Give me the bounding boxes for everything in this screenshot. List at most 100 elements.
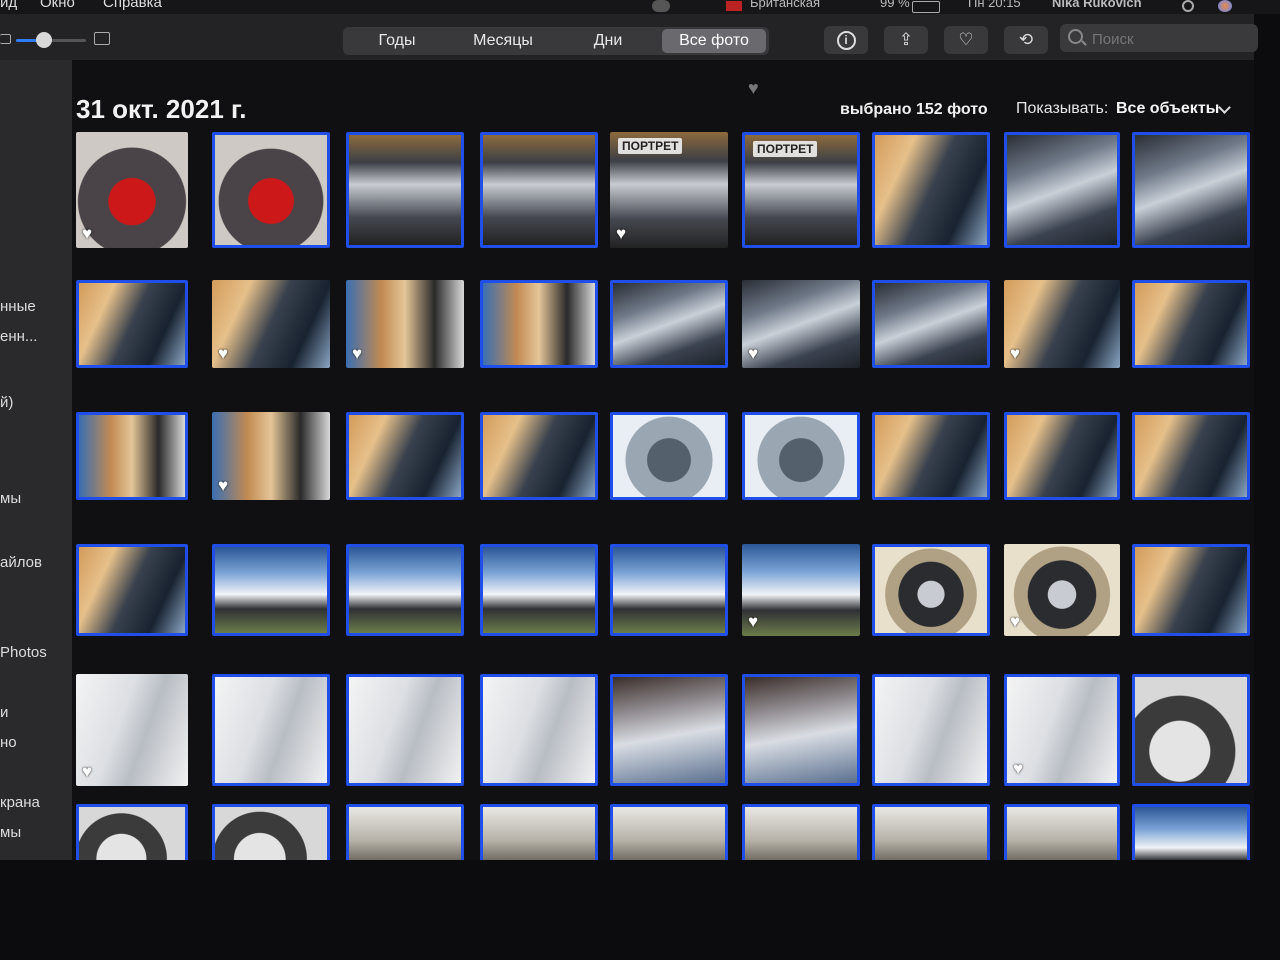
sidebar-item-3[interactable]: мы <box>0 490 21 507</box>
photo-thumbnail[interactable] <box>76 280 188 368</box>
share-button[interactable]: ⇪ <box>884 26 928 54</box>
photo-thumbnail[interactable]: ПОРТРЕТ ♥ <box>610 132 728 248</box>
photo-thumbnail[interactable] <box>1132 544 1250 636</box>
photo-thumbnail[interactable] <box>480 674 598 786</box>
photo-thumbnail[interactable] <box>1132 280 1250 368</box>
photo-thumbnail[interactable] <box>872 804 990 860</box>
sidebar-item-1[interactable]: енн... <box>0 328 37 345</box>
photo-thumbnail[interactable] <box>346 804 464 860</box>
battery-icon <box>912 1 940 13</box>
photo-thumbnail[interactable] <box>872 132 990 248</box>
info-button[interactable]: i <box>824 26 868 54</box>
sidebar-item-0[interactable]: нные <box>0 298 36 315</box>
favorite-heart-icon: ♥ <box>748 344 759 363</box>
user-name[interactable]: Nika Rukovich <box>1052 0 1142 9</box>
photo-thumbnail[interactable]: ПОРТРЕТ <box>742 132 860 248</box>
favorite-heart-icon: ♥ <box>1010 344 1021 363</box>
filter-value[interactable]: Все объекты <box>1116 100 1219 118</box>
photo-thumbnail[interactable]: ♥ <box>1004 544 1120 636</box>
clock[interactable]: Пн 20:15 <box>968 0 1021 9</box>
photo-thumbnail[interactable] <box>480 412 598 500</box>
favorite-heart-icon: ♥ <box>82 224 93 243</box>
photo-thumbnail[interactable]: ♥ <box>1004 674 1120 786</box>
photo-thumbnail[interactable] <box>1132 412 1250 500</box>
zoom-out-icon[interactable] <box>0 34 11 44</box>
photo-thumbnail[interactable] <box>480 544 598 636</box>
sidebar-item-9[interactable]: мы <box>0 824 21 841</box>
photo-thumbnail[interactable] <box>212 804 330 860</box>
search-input[interactable] <box>1090 28 1254 50</box>
photo-thumbnail[interactable] <box>76 544 188 636</box>
photo-thumbnail[interactable]: ♥ <box>212 280 330 368</box>
sidebar-item-2[interactable]: й) <box>0 394 13 411</box>
photo-thumbnail[interactable]: ♥ <box>76 674 188 786</box>
sidebar-item-8[interactable]: крана <box>0 794 40 811</box>
favorite-heart-icon: ♥ <box>748 612 759 631</box>
app-status-icon[interactable] <box>652 0 670 12</box>
photo-thumbnail[interactable] <box>212 132 330 248</box>
photo-thumbnail[interactable] <box>212 544 330 636</box>
battery-percent[interactable]: 99 % <box>880 0 910 9</box>
photo-thumbnail[interactable] <box>346 412 464 500</box>
photo-thumbnail[interactable] <box>346 132 464 248</box>
tab-years[interactable]: Годы <box>347 29 447 53</box>
photo-thumbnail[interactable] <box>1132 804 1250 860</box>
photo-thumbnail[interactable] <box>1004 132 1120 248</box>
sidebar: нные енн... й) мы айлов Photos и но кран… <box>0 60 72 860</box>
keyboard-layout[interactable]: Британская <box>750 0 820 9</box>
favorite-heart-icon: ♥ <box>616 224 627 243</box>
favorite-button[interactable]: ♡ <box>944 26 988 54</box>
sidebar-item-7[interactable]: но <box>0 734 17 751</box>
photo-thumbnail[interactable] <box>346 674 464 786</box>
photo-thumbnail[interactable] <box>76 412 188 500</box>
photo-thumbnail[interactable] <box>610 412 728 500</box>
photo-thumbnail[interactable] <box>1004 804 1120 860</box>
photo-thumbnail[interactable]: ♥ <box>1004 280 1120 368</box>
toolbar: Годы Месяцы Дни Все фото i ⇪ ♡ ⟲ <box>0 14 1258 60</box>
photo-thumbnail[interactable]: ♥ <box>76 132 188 248</box>
photo-thumbnail[interactable] <box>1132 132 1250 248</box>
photo-thumbnail[interactable]: ♥ <box>742 544 860 636</box>
photo-thumbnail[interactable]: ♥ <box>742 280 860 368</box>
photo-thumbnail[interactable] <box>480 132 598 248</box>
sidebar-item-6[interactable]: и <box>0 704 8 721</box>
photo-thumbnail[interactable] <box>742 804 860 860</box>
favorite-heart-icon: ♥ <box>218 344 229 363</box>
menu-view[interactable]: ид <box>0 0 17 10</box>
photo-thumbnail[interactable] <box>610 674 728 786</box>
heart-icon: ♥ <box>748 78 759 98</box>
photo-thumbnail[interactable] <box>480 804 598 860</box>
menu-help[interactable]: Справка <box>103 0 162 10</box>
rotate-button[interactable]: ⟲ <box>1004 26 1048 54</box>
photo-thumbnail[interactable]: ♥ <box>212 412 330 500</box>
photo-thumbnail[interactable] <box>742 412 860 500</box>
photo-thumbnail[interactable] <box>872 280 990 368</box>
sidebar-item-5[interactable]: Photos <box>0 644 47 661</box>
menu-window[interactable]: Окно <box>40 0 75 10</box>
photo-thumbnail[interactable] <box>872 412 990 500</box>
zoom-in-icon[interactable] <box>94 32 110 45</box>
photo-thumbnail[interactable] <box>610 544 728 636</box>
photo-thumbnail[interactable] <box>76 804 188 860</box>
photo-grid-area: 31 окт. 2021 г. ♥ выбрано 152 фото Показ… <box>72 60 1254 860</box>
photo-thumbnail[interactable] <box>872 544 990 636</box>
tab-months[interactable]: Месяцы <box>451 29 555 53</box>
photo-thumbnail[interactable] <box>872 674 990 786</box>
chevron-down-icon[interactable] <box>1218 101 1231 114</box>
photo-thumbnail[interactable] <box>480 280 598 368</box>
photo-thumbnail[interactable] <box>1004 412 1120 500</box>
photo-thumbnail[interactable] <box>610 804 728 860</box>
tab-days[interactable]: Дни <box>559 29 657 53</box>
photo-thumbnail[interactable] <box>742 674 860 786</box>
zoom-knob[interactable] <box>36 32 52 48</box>
photo-thumbnail[interactable] <box>610 280 728 368</box>
siri-icon[interactable] <box>1218 0 1232 12</box>
photo-thumbnail[interactable] <box>212 674 330 786</box>
sidebar-item-4[interactable]: айлов <box>0 554 42 571</box>
photo-thumbnail[interactable] <box>1132 674 1250 786</box>
tab-all-photos[interactable]: Все фото <box>662 29 766 53</box>
spotlight-icon[interactable] <box>1182 0 1194 12</box>
photo-thumbnail[interactable] <box>346 544 464 636</box>
photo-thumbnail[interactable]: ♥ <box>346 280 464 368</box>
search-field[interactable] <box>1060 24 1258 52</box>
